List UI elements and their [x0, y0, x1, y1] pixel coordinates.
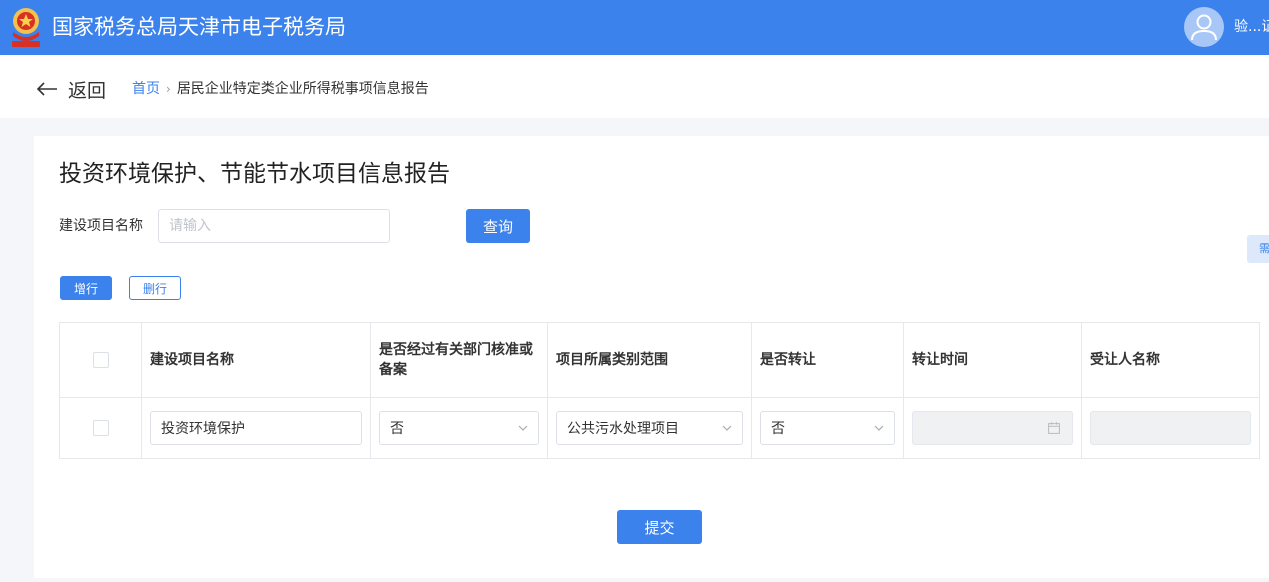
chevron-down-icon [722, 425, 732, 431]
user-name[interactable]: 验...证 [1234, 17, 1269, 37]
transferee-cell [1082, 398, 1259, 458]
site-title: 国家税务总局天津市电子税务局 [52, 15, 346, 39]
transferred-select[interactable]: 否 [760, 411, 895, 445]
project-name-search-input[interactable] [158, 209, 390, 243]
column-header-category: 项目所属类别范围 [548, 323, 752, 397]
transferee-input[interactable] [1090, 411, 1251, 445]
submit-button[interactable]: 提交 [617, 510, 702, 544]
approved-select-value: 否 [390, 421, 404, 437]
transfer-time-date-picker[interactable] [912, 411, 1073, 445]
transfer-time-cell [904, 398, 1082, 458]
top-header: 国家税务总局天津市电子税务局 验...证 [0, 0, 1269, 55]
report-card: 投资环境保护、节能节水项目信息报告 建设项目名称 查询 需 增行 删行 建设项目… [34, 136, 1269, 578]
back-label: 返回 [68, 79, 107, 102]
add-row-button[interactable]: 增行 [60, 276, 112, 300]
user-avatar-icon[interactable] [1184, 7, 1224, 47]
chevron-down-icon [874, 425, 884, 431]
query-button[interactable]: 查询 [466, 209, 530, 243]
header-select-cell [60, 323, 142, 397]
table-header-row: 建设项目名称 是否经过有关部门核准或备案 项目所属类别范围 是否转让 转让时间 … [60, 323, 1259, 397]
row-select-cell [60, 398, 142, 458]
calendar-icon [1048, 422, 1060, 434]
transferred-select-value: 否 [771, 421, 785, 437]
chevron-down-icon [518, 425, 528, 431]
select-all-checkbox[interactable] [92, 352, 109, 368]
project-table: 建设项目名称 是否经过有关部门核准或备案 项目所属类别范围 是否转让 转让时间 … [59, 322, 1260, 459]
filter-label-project-name: 建设项目名称 [59, 218, 143, 234]
category-select[interactable]: 公共污水处理项目 [556, 411, 743, 445]
arrow-left-icon [36, 82, 57, 96]
delete-row-button[interactable]: 删行 [129, 276, 181, 300]
transferred-cell: 否 [752, 398, 904, 458]
project-name-input[interactable] [150, 411, 362, 445]
column-header-transferred: 是否转让 [752, 323, 904, 397]
approved-cell: 否 [371, 398, 548, 458]
column-header-project-name: 建设项目名称 [142, 323, 371, 397]
nav-bar: 返回 首页 › 居民企业特定类企业所得税事项信息报告 [0, 55, 1269, 118]
breadcrumb-current: 居民企业特定类企业所得税事项信息报告 [176, 81, 429, 97]
column-header-approved: 是否经过有关部门核准或备案 [371, 323, 548, 397]
page-title: 投资环境保护、节能节水项目信息报告 [59, 161, 450, 187]
approved-select[interactable]: 否 [379, 411, 539, 445]
breadcrumb: 首页 › 居民企业特定类企业所得税事项信息报告 [132, 80, 429, 98]
column-header-transferee: 受让人名称 [1090, 352, 1160, 368]
side-drawer-tab[interactable]: 需 [1247, 235, 1269, 263]
category-cell: 公共污水处理项目 [548, 398, 752, 458]
back-button[interactable]: 返回 [36, 77, 107, 102]
table-row: 否 公共污水处理项目 否 [60, 397, 1259, 458]
category-select-value: 公共污水处理项目 [567, 421, 679, 437]
chevron-right-icon: › [166, 82, 171, 96]
tax-emblem-icon [12, 8, 40, 47]
project-name-cell [142, 398, 371, 458]
column-header-transfer-time: 转让时间 [904, 323, 1082, 397]
user-icon [1191, 14, 1217, 41]
row-checkbox[interactable] [92, 420, 109, 436]
breadcrumb-home-link[interactable]: 首页 [132, 81, 160, 97]
